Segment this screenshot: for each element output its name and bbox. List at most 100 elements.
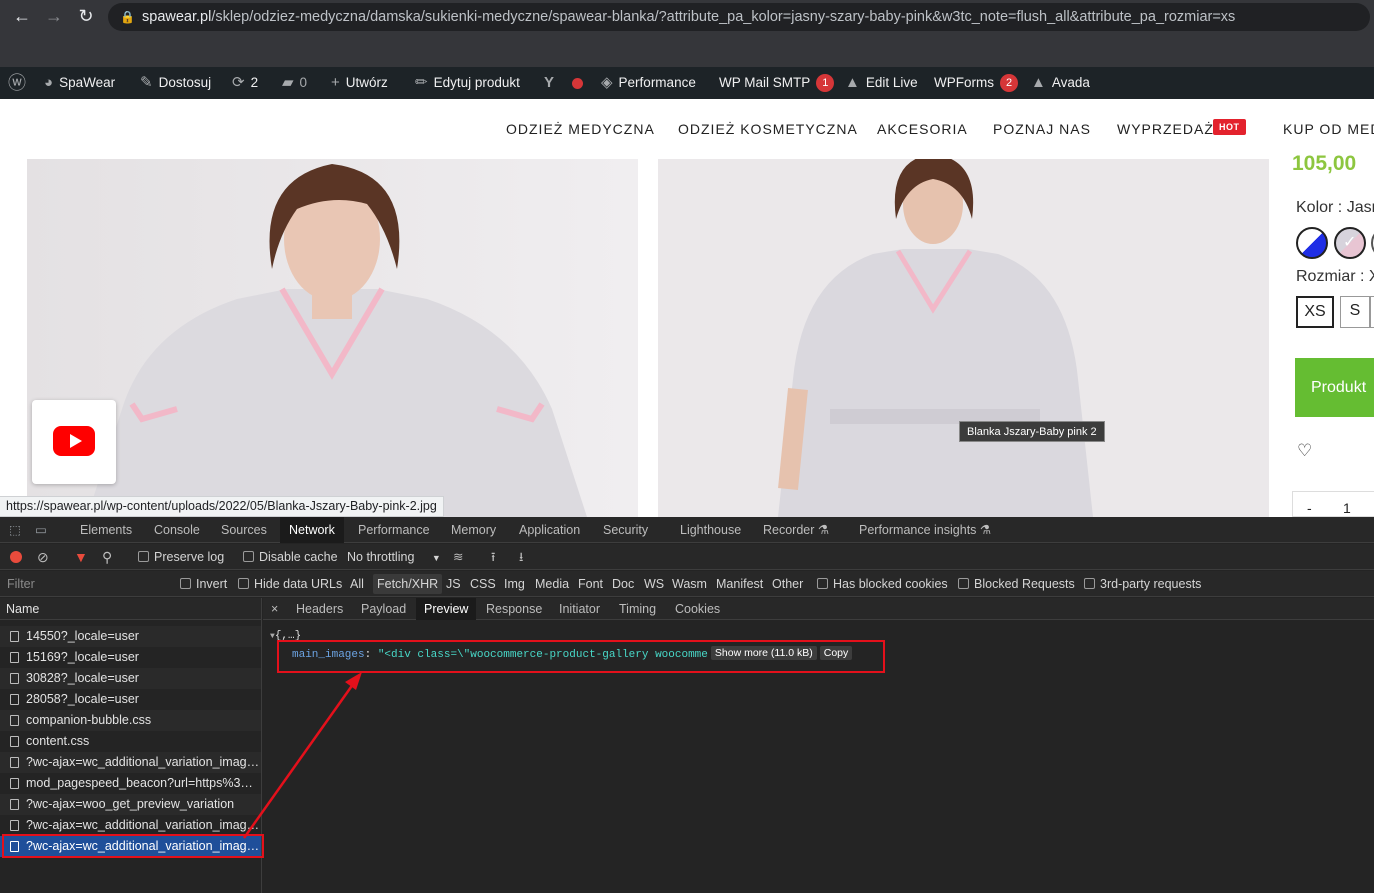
tab-console[interactable]: Console [154, 517, 200, 543]
network-conditions-icon[interactable]: ≋ [453, 544, 463, 570]
nav-item-poznaj-nas[interactable]: POZNAJ NAS [993, 121, 1091, 137]
filter-type-img[interactable]: Img [504, 571, 525, 597]
youtube-button[interactable] [32, 400, 116, 484]
nav-item-wyprzedaz[interactable]: WYPRZEDAŻ [1117, 121, 1214, 137]
forward-arrow-icon[interactable]: → [42, 4, 66, 28]
invert-checkbox[interactable]: Invert [180, 571, 227, 597]
tab-timing[interactable]: Timing [619, 598, 656, 620]
request-row[interactable]: ?wc-ajax=wc_additional_variation_imag… [0, 752, 261, 773]
reload-icon[interactable]: ↻ [74, 4, 98, 28]
admin-bar-customize[interactable]: ✎ Dostosuj [140, 67, 211, 99]
filter-type-manifest[interactable]: Manifest [716, 571, 763, 597]
tab-response[interactable]: Response [486, 598, 542, 620]
clear-icon[interactable]: ⊘ [37, 544, 49, 570]
throttling-select[interactable]: No throttling ▼ [347, 544, 441, 570]
admin-bar-site[interactable]: ◕ SpaWear [44, 67, 115, 99]
qty-value[interactable]: 1 [1343, 500, 1351, 516]
nav-item-odziez-medyczna[interactable]: ODZIEŻ MEDYCZNA [506, 121, 655, 137]
tab-performance[interactable]: Performance [358, 517, 430, 543]
tab-preview[interactable]: Preview [416, 598, 477, 620]
filter-type-media[interactable]: Media [535, 571, 569, 597]
record-icon[interactable] [10, 544, 22, 570]
filter-type-font[interactable]: Font [578, 571, 603, 597]
tab-cookies[interactable]: Cookies [675, 598, 720, 620]
admin-bar-new[interactable]: + Utwórz [331, 67, 388, 99]
tab-performance-insights[interactable]: Performance insights ⚗ [859, 517, 991, 543]
tab-network[interactable]: Network [280, 517, 344, 543]
name-column-header[interactable]: Name [0, 598, 261, 620]
admin-bar-mail-smtp[interactable]: WP Mail SMTP 1 [719, 67, 835, 99]
hide-data-urls-checkbox[interactable]: Hide data URLs [238, 571, 342, 597]
request-row[interactable]: companion-bubble.css [0, 710, 261, 731]
blocked-requests-checkbox[interactable]: Blocked Requests [958, 571, 1075, 597]
request-row[interactable]: 30828?_locale=user [0, 668, 261, 689]
tab-initiator[interactable]: Initiator [559, 598, 600, 620]
third-party-checkbox[interactable]: 3rd-party requests [1084, 571, 1201, 597]
admin-bar-updates[interactable]: ⟳ 2 [232, 67, 258, 99]
qty-minus-button[interactable]: - [1307, 500, 1312, 516]
admin-bar-wpforms[interactable]: WPForms 2 [934, 67, 1018, 99]
tab-application[interactable]: Application [519, 517, 580, 543]
request-row[interactable]: content.css [0, 731, 261, 752]
filter-type-js[interactable]: JS [446, 571, 461, 597]
close-icon[interactable]: × [271, 598, 278, 620]
color-swatch-gray-pink[interactable]: ✓ [1334, 227, 1366, 259]
nav-item-akcesoria[interactable]: AKCESORIA [877, 121, 968, 137]
admin-bar-edit-live[interactable]: ▲ Edit Live [845, 67, 918, 99]
request-row[interactable]: 15169?_locale=user [0, 647, 261, 668]
nav-item-odziez-kosmetyczna[interactable]: ODZIEŻ KOSMETYCZNA [678, 121, 858, 137]
search-icon[interactable]: ⚲ [102, 544, 112, 570]
tab-sources[interactable]: Sources [221, 517, 267, 543]
blocked-cookies-checkbox[interactable]: Has blocked cookies [817, 571, 948, 597]
tab-headers[interactable]: Headers [296, 598, 343, 620]
filter-type-wasm[interactable]: Wasm [672, 571, 707, 597]
wordpress-logo-icon[interactable]: ⓦ [8, 67, 26, 99]
nav-item-kup-od-medy[interactable]: KUP OD MEDY [1283, 121, 1374, 137]
yoast-icon[interactable]: Y [544, 67, 584, 99]
tab-lighthouse[interactable]: Lighthouse [680, 517, 741, 543]
filter-type-all[interactable]: All [350, 571, 364, 597]
admin-bar-performance[interactable]: ◈ Performance [601, 67, 696, 99]
preserve-log-checkbox[interactable]: Preserve log [138, 544, 224, 570]
product-image-1[interactable] [27, 159, 638, 517]
request-row[interactable]: mod_pagespeed_beacon?url=https%3A… [0, 773, 261, 794]
disable-cache-checkbox[interactable]: Disable cache [243, 544, 338, 570]
file-icon [10, 757, 19, 768]
wishlist-heart-icon[interactable]: ♡ [1297, 441, 1312, 461]
device-toolbar-icon[interactable]: ▭ [35, 517, 47, 543]
filter-type-other[interactable]: Other [772, 571, 803, 597]
tab-recorder[interactable]: Recorder ⚗ [763, 517, 829, 543]
admin-bar-comments[interactable]: ▰ 0 [282, 67, 307, 99]
add-to-cart-button[interactable]: Produkt [1295, 358, 1374, 417]
wp-admin-bar: ⓦ ◕ SpaWear ✎ Dostosuj ⟳ 2 ▰ 0 + Utwórz ✏ Edyt… [0, 67, 1374, 99]
request-row[interactable]: ?wc-ajax=woo_get_preview_variation [0, 794, 261, 815]
request-row[interactable]: 28058?_locale=user [0, 689, 261, 710]
address-bar[interactable]: 🔒 spawear.pl/sklep/odziez-medyczna/damsk… [108, 3, 1370, 31]
filter-input[interactable]: Filter [7, 571, 35, 597]
request-row[interactable]: 14550?_locale=user [0, 626, 261, 647]
tab-memory[interactable]: Memory [451, 517, 496, 543]
filter-type-css[interactable]: CSS [470, 571, 496, 597]
size-option-s[interactable]: S [1340, 296, 1370, 328]
back-arrow-icon[interactable]: ← [10, 4, 34, 28]
filter-type-doc[interactable]: Doc [612, 571, 634, 597]
color-swatch-blue[interactable] [1296, 227, 1328, 259]
filter-type-ws[interactable]: WS [644, 571, 664, 597]
export-har-icon[interactable]: ⭳ [519, 544, 523, 570]
quantity-stepper[interactable]: - 1 [1292, 491, 1374, 517]
tab-payload[interactable]: Payload [361, 598, 406, 620]
tab-security[interactable]: Security [603, 517, 648, 543]
product-image-2[interactable] [658, 159, 1269, 517]
import-har-icon[interactable]: ⭱ [491, 544, 495, 570]
size-option-xs[interactable]: XS [1296, 296, 1334, 328]
inspect-element-icon[interactable]: ⬚ [9, 517, 21, 543]
dropdown-caret-icon: ▼ [431, 553, 441, 563]
filter-icon[interactable]: ▼ [74, 544, 88, 570]
filter-type-fetch-xhr[interactable]: Fetch/XHR [373, 574, 443, 594]
url-path: /sklep/odziez-medyczna/damska/sukienki-m… [211, 9, 1236, 25]
tab-elements[interactable]: Elements [80, 517, 132, 543]
size-option-more[interactable] [1370, 296, 1374, 328]
request-row[interactable]: ?wc-ajax=wc_additional_variation_imag… [0, 815, 261, 836]
admin-bar-avada[interactable]: ▲ Avada [1031, 67, 1090, 99]
admin-bar-edit-product[interactable]: ✏ Edytuj produkt [415, 67, 520, 99]
